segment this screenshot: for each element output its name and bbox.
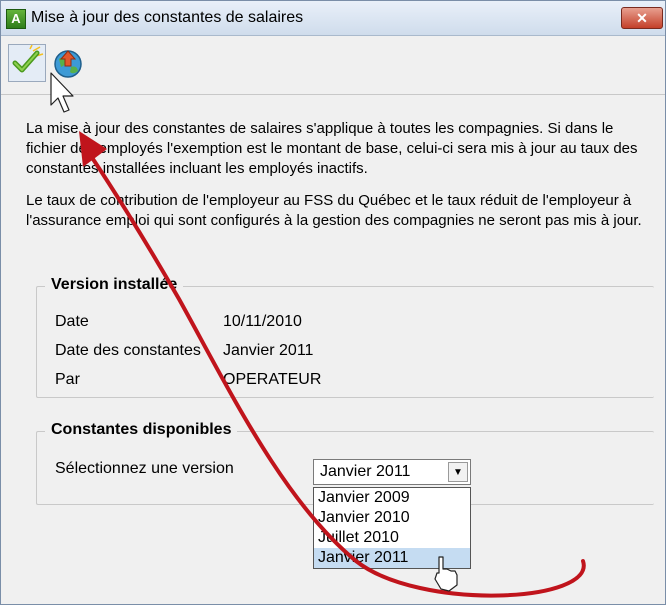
version-select-value: Janvier 2011 [320, 463, 411, 480]
constants-date-value: Janvier 2011 [223, 342, 314, 359]
window-title: Mise à jour des constantes de salaires [31, 9, 304, 26]
version-option-highlighted[interactable]: Janvier 2011 [314, 548, 470, 568]
dropdown-arrow-icon[interactable]: ▼ [448, 462, 468, 482]
by-value: OPERATEUR [223, 371, 322, 388]
version-dropdown-list: Janvier 2009 Janvier 2010 Juillet 2010 J… [313, 487, 471, 569]
description-paragraph-2: Le taux de contribution de l'employeur a… [26, 192, 642, 229]
description-text: La mise à jour des constantes de salaire… [26, 119, 651, 243]
app-logo-icon: A [6, 9, 26, 29]
checkmark-icon [12, 44, 44, 73]
select-version-label: Sélectionnez une version [55, 460, 234, 477]
version-option[interactable]: Juillet 2010 [314, 528, 470, 548]
web-update-button[interactable] [49, 44, 87, 82]
constants-date-label: Date des constantes [55, 342, 201, 359]
close-button[interactable]: ✕ [621, 7, 663, 29]
installed-version-title: Version installée [45, 276, 184, 294]
by-label: Par [55, 371, 80, 388]
version-option[interactable]: Janvier 2010 [314, 508, 470, 528]
available-constants-title: Constantes disponibles [45, 421, 238, 439]
apply-update-button[interactable] [8, 44, 46, 82]
installed-version-group: Version installée Date 10/11/2010 Date d… [36, 276, 654, 398]
toolbar [1, 36, 665, 95]
globe-arrow-icon [54, 50, 82, 78]
date-value: 10/11/2010 [223, 313, 302, 330]
version-option[interactable]: Janvier 2009 [314, 488, 470, 508]
version-select[interactable]: Janvier 2011 ▼ [313, 459, 471, 485]
title-bar[interactable]: A Mise à jour des constantes de salaires… [1, 1, 665, 36]
description-paragraph-1: La mise à jour des constantes de salaire… [26, 120, 638, 177]
dialog-window: A Mise à jour des constantes de salaires… [0, 0, 666, 605]
date-label: Date [55, 313, 89, 330]
